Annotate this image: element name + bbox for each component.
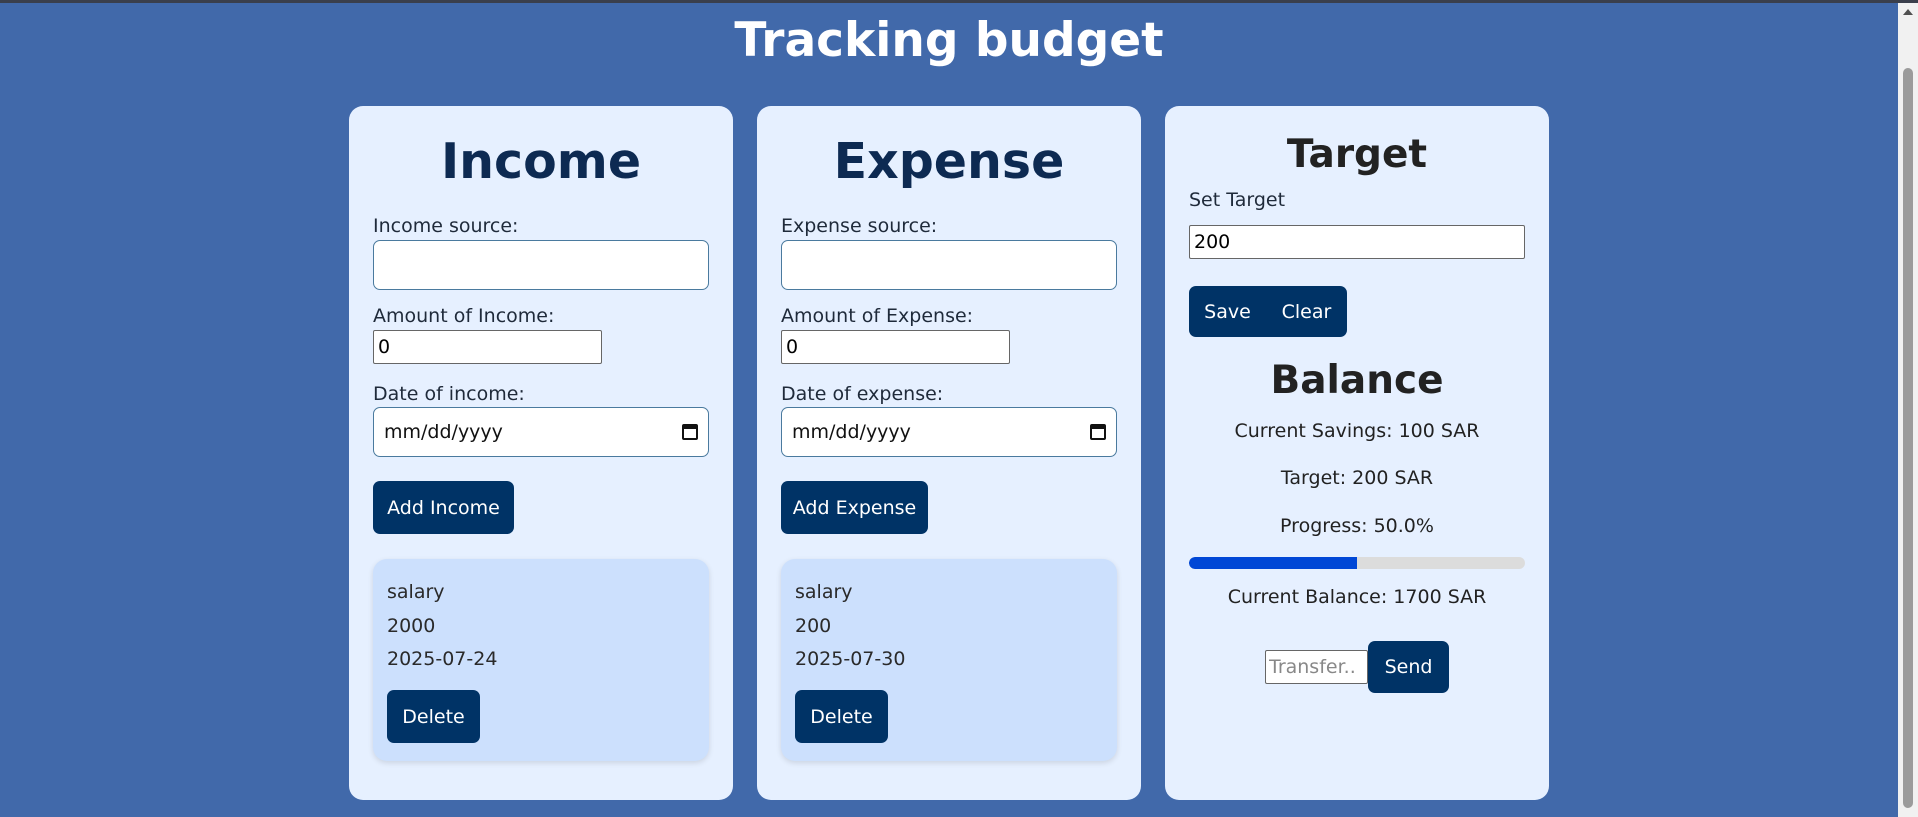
expense-card: Expense Expense source: Amount of Expens…	[757, 106, 1141, 800]
vertical-scrollbar[interactable]	[1898, 3, 1918, 817]
add-income-button[interactable]: Add Income	[373, 481, 514, 534]
add-expense-button[interactable]: Add Expense	[781, 481, 928, 534]
expense-amount-label: Amount of Expense:	[781, 305, 974, 327]
set-target-label: Set Target	[1189, 189, 1286, 211]
scrollbar-thumb[interactable]	[1903, 68, 1913, 808]
current-balance-text: Current Balance: 1700 SAR	[1227, 586, 1487, 608]
expense-source-input[interactable]	[781, 240, 1117, 290]
expense-source-label: Expense source:	[781, 215, 938, 237]
expense-date-input[interactable]: mm/dd/yyyy	[781, 407, 1117, 457]
delete-income-button[interactable]: Delete	[387, 690, 480, 743]
expense-entry-date: 2025-07-30	[795, 648, 906, 670]
income-entry-date: 2025-07-24	[387, 648, 498, 670]
expense-entry: salary 200 2025-07-30 Delete	[781, 559, 1117, 761]
progress-bar	[1189, 557, 1525, 569]
income-date-placeholder: mm/dd/yyyy	[384, 421, 503, 443]
clear-target-button[interactable]: Clear	[1266, 286, 1347, 337]
income-card: Income Income source: Amount of Income: …	[349, 106, 733, 800]
income-amount-input[interactable]	[373, 330, 602, 364]
target-text: Target: 200 SAR	[1280, 467, 1434, 489]
expense-heading: Expense	[833, 133, 1065, 190]
scroll-up-arrow-icon[interactable]	[1903, 9, 1913, 15]
income-entry: salary 2000 2025-07-24 Delete	[373, 559, 709, 761]
save-target-button[interactable]: Save	[1189, 286, 1266, 337]
delete-expense-button[interactable]: Delete	[795, 690, 888, 743]
progress-text: Progress: 50.0%	[1280, 515, 1434, 537]
transfer-input[interactable]	[1265, 650, 1368, 684]
target-heading: Target	[1286, 132, 1428, 177]
income-source-input[interactable]	[373, 240, 709, 290]
page-title: Tracking budget	[734, 13, 1164, 68]
income-amount-label: Amount of Income:	[373, 305, 555, 327]
calendar-icon[interactable]	[682, 424, 698, 440]
income-date-input[interactable]: mm/dd/yyyy	[373, 407, 709, 457]
target-input[interactable]	[1189, 225, 1525, 259]
expense-date-label: Date of expense:	[781, 383, 944, 405]
send-button[interactable]: Send	[1368, 641, 1449, 693]
income-source-label: Income source:	[373, 215, 519, 237]
current-savings-text: Current Savings: 100 SAR	[1234, 420, 1480, 442]
balance-heading: Balance	[1270, 358, 1444, 403]
progress-bar-fill	[1189, 557, 1357, 569]
expense-amount-input[interactable]	[781, 330, 1010, 364]
expense-entry-amount: 200	[795, 615, 832, 637]
target-card: Target Set Target Save Clear Balance Cur…	[1165, 106, 1549, 800]
expense-entry-source: salary	[795, 581, 853, 603]
income-date-label: Date of income:	[373, 383, 525, 405]
income-entry-amount: 2000	[387, 615, 436, 637]
income-entry-source: salary	[387, 581, 445, 603]
expense-date-placeholder: mm/dd/yyyy	[792, 421, 911, 443]
income-heading: Income	[440, 133, 642, 190]
calendar-icon[interactable]	[1090, 424, 1106, 440]
